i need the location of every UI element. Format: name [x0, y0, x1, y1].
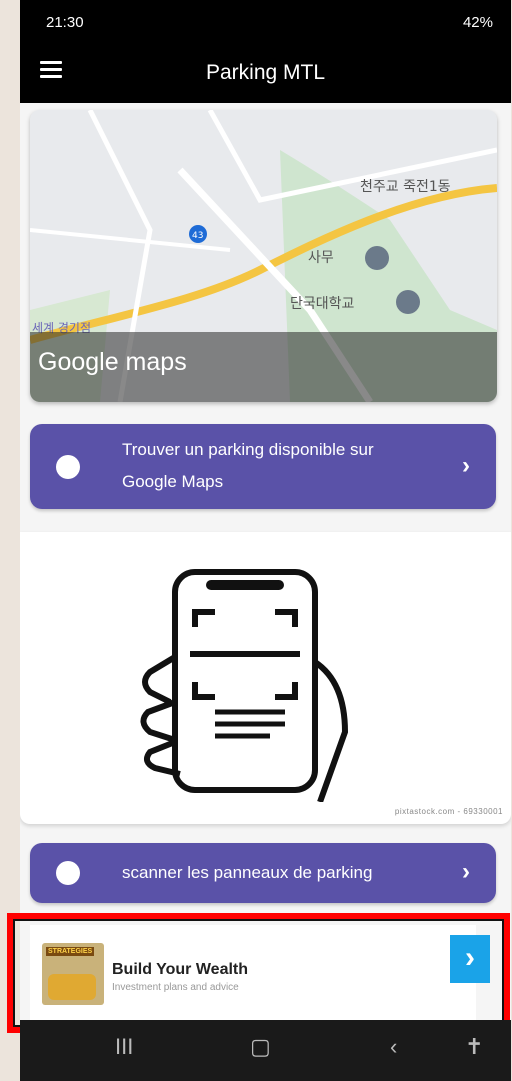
- accessibility-button[interactable]: ✝: [465, 1034, 483, 1060]
- system-nav-bar: III ▢ ‹ ✝: [20, 1020, 511, 1081]
- map-place-label: 천주교 죽전1동: [360, 179, 451, 195]
- status-time: 21:30: [46, 14, 84, 31]
- map-caption: Google maps: [30, 332, 497, 402]
- radio-icon[interactable]: [56, 861, 80, 885]
- app-title: Parking MTL: [205, 61, 326, 84]
- radio-icon[interactable]: [56, 455, 80, 479]
- chevron-right-icon: ›: [462, 858, 470, 885]
- map-road-label: 43: [192, 231, 203, 241]
- map-place-label: 단국대학교: [290, 296, 355, 312]
- recent-apps-button[interactable]: III: [115, 1034, 133, 1060]
- ad-highlight-box: [7, 913, 510, 1033]
- find-parking-button[interactable]: Trouver un parking disponible sur Google…: [30, 424, 496, 509]
- chevron-right-icon: ›: [462, 452, 470, 479]
- app-bar: Parking MTL: [20, 45, 511, 103]
- image-credit: pixtastock.com - 69330001: [394, 807, 503, 816]
- battery-level: 42%: [462, 14, 493, 31]
- status-bar: 21:30 42%: [20, 0, 511, 45]
- home-button[interactable]: ▢: [250, 1034, 271, 1060]
- google-maps-card[interactable]: 천주교 죽전1동 사무 단국대학교 43 세계 경기점 Google maps: [30, 110, 497, 402]
- back-button[interactable]: ‹: [390, 1034, 397, 1060]
- scan-signs-label: scanner les panneaux de parking: [122, 863, 373, 882]
- scan-illustration-card[interactable]: pixtastock.com - 69330001: [20, 532, 511, 824]
- map-place-label: 사무: [308, 250, 334, 266]
- find-parking-label: Trouver un parking disponible sur Google…: [122, 440, 374, 491]
- scan-signs-button[interactable]: scanner les panneaux de parking ›: [30, 843, 496, 903]
- phone-scan-illustration: [140, 569, 349, 802]
- map-caption-label: Google maps: [38, 348, 187, 376]
